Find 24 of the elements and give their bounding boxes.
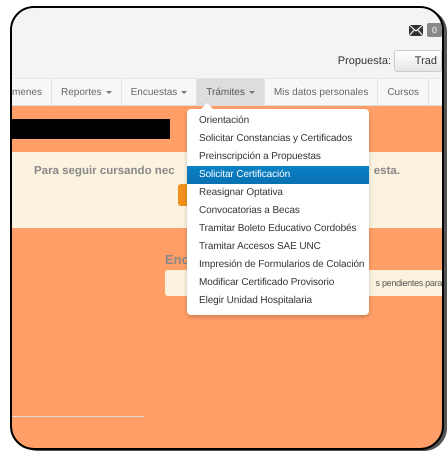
alert-text: Para seguir cursando nec [34, 165, 175, 177]
menu-item[interactable]: Modificar Certificado Provisorio [187, 274, 369, 292]
nav-tab[interactable]: Trámites [197, 79, 265, 105]
notice-text: s pendientes para [376, 278, 442, 288]
menu-item[interactable]: Preinscripción a Propuestas [187, 148, 369, 166]
menu-item[interactable]: Solicitar Constancias y Certificados [187, 130, 369, 148]
menu-item[interactable]: Orientación [187, 112, 369, 130]
nav-tab[interactable]: menes [12, 79, 52, 105]
section-heading: Enc [165, 252, 189, 267]
menu-item[interactable]: Reasignar Optativa [187, 184, 369, 202]
nav-tab[interactable]: Cursos [378, 79, 430, 105]
menu-item[interactable]: Solicitar Certificación [187, 166, 369, 184]
alert-text: esta. [374, 165, 400, 177]
nav-tab[interactable]: Mis datos personales [264, 79, 378, 105]
menu-item[interactable]: Impresión de Formularios de Colación [187, 256, 369, 274]
menu-item[interactable]: Tramitar Accesos SAE UNC [187, 238, 369, 256]
proposal-label: Propuesta: [338, 55, 391, 67]
mail-count: 0 [426, 23, 442, 37]
menu-item[interactable]: Elegir Unidad Hospitalaria [187, 292, 369, 310]
menu-item[interactable]: Convocatorias a Becas [187, 202, 369, 220]
menu-item[interactable]: Tramitar Boleto Educativo Cordobés [187, 220, 369, 238]
proposal-dropdown[interactable]: Trad [394, 50, 442, 72]
nav-tab[interactable]: Reportes [52, 79, 122, 105]
envelope-icon[interactable] [408, 24, 423, 36]
